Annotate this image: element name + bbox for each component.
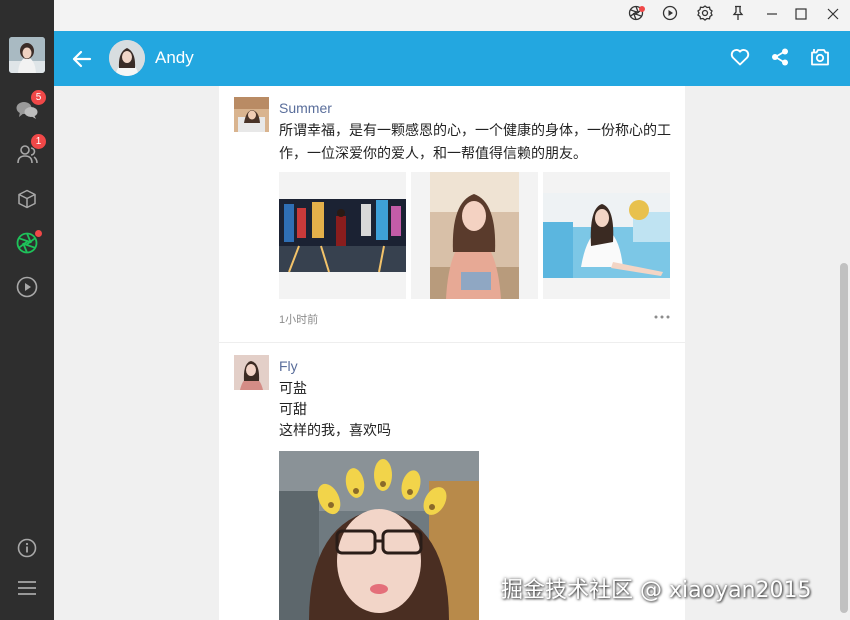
- more-dots-icon: [653, 308, 671, 327]
- notification-dot: [639, 6, 645, 12]
- post-more-button[interactable]: [653, 308, 671, 320]
- maximize-icon: [794, 6, 808, 25]
- post-text: 所谓幸福，是有一颗感恩的心，一个健康的身体，一份称心的工作，一位深爱你的爱人，和…: [279, 123, 671, 162]
- sidebar-item-moments[interactable]: [15, 230, 42, 258]
- post-text-line: 这样的我，喜欢吗: [279, 423, 391, 439]
- sidebar-item-contacts[interactable]: 1: [15, 134, 46, 168]
- contact-name: Andy: [155, 48, 194, 67]
- sidebar: 5 1: [0, 0, 54, 620]
- post-author-avatar[interactable]: [234, 355, 269, 390]
- post-image[interactable]: [279, 451, 479, 620]
- post-author-name[interactable]: Fly: [279, 358, 298, 374]
- sidebar-item-menu[interactable]: [15, 578, 39, 602]
- minimize-icon: [765, 6, 779, 25]
- post-image[interactable]: [411, 172, 538, 299]
- play-icon: [16, 276, 38, 302]
- post-image[interactable]: [543, 172, 670, 299]
- notification-dot: [35, 230, 42, 237]
- contacts-badge: 1: [31, 134, 46, 149]
- share-icon: [770, 47, 790, 71]
- maximize-button[interactable]: [791, 5, 811, 25]
- aperture-icon: [16, 232, 38, 258]
- minimize-button[interactable]: [762, 5, 782, 25]
- titlebar-settings-button[interactable]: [695, 5, 715, 25]
- post-text-line: 可甜: [279, 402, 307, 418]
- favorite-button[interactable]: [729, 48, 751, 70]
- unread-badge: 5: [31, 90, 46, 105]
- close-button[interactable]: [823, 5, 843, 25]
- sidebar-item-play[interactable]: [15, 276, 39, 302]
- post-timestamp: 1小时前: [279, 314, 319, 326]
- camera-button[interactable]: [809, 48, 831, 70]
- profile-header: Andy: [54, 31, 850, 86]
- titlebar-moments-button[interactable]: [626, 5, 646, 25]
- back-button[interactable]: [70, 47, 94, 71]
- titlebar-play-button[interactable]: [660, 5, 680, 25]
- scrollbar-thumb[interactable]: [840, 263, 848, 613]
- moments-feed: Summer 所谓幸福，是有一颗感恩的心，一个健康的身体，一份称心的工作，一位深…: [219, 86, 685, 620]
- info-icon: [17, 538, 37, 562]
- heart-icon: [730, 48, 750, 70]
- post-image[interactable]: [279, 172, 406, 299]
- close-icon: [826, 6, 840, 25]
- watermark: 掘金技术社区 @ xiaoyan2015: [501, 578, 812, 603]
- user-avatar[interactable]: [9, 37, 45, 73]
- post-divider: [219, 342, 685, 343]
- share-button[interactable]: [769, 48, 791, 70]
- play-icon: [662, 5, 678, 25]
- cube-icon: [17, 189, 37, 213]
- back-arrow-icon: [70, 50, 94, 75]
- titlebar-pin-button[interactable]: [728, 5, 748, 25]
- sidebar-item-cube[interactable]: [15, 189, 39, 213]
- sidebar-item-chat[interactable]: 5: [15, 90, 46, 124]
- camera-icon: [810, 47, 830, 71]
- post-author-name[interactable]: Summer: [279, 100, 332, 116]
- feed-scrollbar[interactable]: [838, 86, 850, 620]
- menu-icon: [17, 580, 37, 600]
- post-text-line: 可盐: [279, 381, 307, 397]
- window-titlebar: [54, 0, 850, 31]
- pin-icon: [730, 5, 746, 25]
- contact-avatar[interactable]: [109, 40, 145, 76]
- settings-icon: [697, 5, 713, 25]
- post-author-avatar[interactable]: [234, 97, 269, 132]
- sidebar-item-info[interactable]: [15, 538, 39, 562]
